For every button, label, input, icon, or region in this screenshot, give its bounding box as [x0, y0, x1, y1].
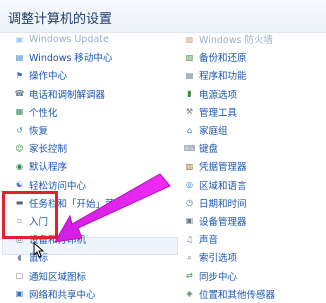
- recovery-icon: ↺: [16, 125, 23, 135]
- control-panel-link-label: 电话和调制解调器: [29, 89, 106, 101]
- control-panel-link-label: Windows 移动中心: [29, 53, 113, 65]
- control-panel-link-label: 通知区域图标: [29, 271, 87, 283]
- devices-printers-icon: ⎙: [16, 234, 23, 244]
- control-panel-link-label: Windows Update: [29, 33, 109, 45]
- control-panel-link[interactable]: ▮ 电源选项: [184, 85, 326, 103]
- control-panel-link-label: Windows 防火墙: [199, 35, 273, 47]
- power-options-icon: ▮: [187, 89, 192, 99]
- control-panel-link[interactable]: ⇄ 同步中心: [184, 266, 326, 284]
- control-panel-link-label: 个性化: [29, 107, 58, 119]
- control-panel-link[interactable]: ▦ 个性化: [14, 103, 164, 121]
- control-panel-link[interactable]: ▧ 备份和还原: [184, 48, 326, 66]
- control-panel-link[interactable]: ▫ 入门: [14, 212, 164, 230]
- control-panel-link-label: 同步中心: [199, 271, 238, 283]
- control-panel-link-label: 位置和其他传感器: [199, 289, 276, 301]
- getting-started-icon: ▫: [16, 216, 23, 226]
- homegroup-icon: ⌂: [186, 125, 193, 135]
- personalization-icon: ▦: [15, 107, 24, 117]
- admin-tools-icon: ⚒: [185, 107, 194, 117]
- control-panel-link-label: 管理工具: [199, 107, 238, 119]
- control-panel-link[interactable]: ▥ 凭据管理器: [184, 157, 326, 175]
- control-panel-link-label: 索引选项: [199, 253, 238, 265]
- control-panel-link-label: 家庭组: [199, 126, 228, 138]
- control-panel-link[interactable]: ☯ 轻松访问中心: [14, 176, 164, 194]
- control-panel-link[interactable]: ⚒ 管理工具: [184, 103, 326, 121]
- control-panel-link-label: 默认程序: [29, 162, 68, 174]
- control-panel-link[interactable]: ▤ 程序和功能: [184, 66, 326, 84]
- control-panel-window: 调整计算机的设置 ▣ Windows Update ▤ Windows 移动中心 ⚑ 操作…: [0, 0, 326, 301]
- sync-center-icon: ⇄: [186, 271, 193, 281]
- control-panel-link-label: 恢复: [29, 126, 49, 138]
- control-panel-link-label: 备份和还原: [199, 53, 247, 65]
- control-panel-link-label: 家长控制: [29, 144, 68, 156]
- control-panel-link[interactable]: ↺ 恢复: [14, 121, 164, 139]
- control-panel-link[interactable]: ⚑ 操作中心: [14, 66, 164, 84]
- mouse-icon: ◖: [17, 252, 22, 262]
- default-programs-icon: ◉: [16, 161, 23, 171]
- control-panel-link[interactable]: ▤ Windows 移动中心: [14, 48, 164, 66]
- taskbar-start-menu-icon: ▬: [15, 198, 24, 208]
- control-panel-link[interactable]: ♫ 声音: [184, 230, 326, 248]
- parental-controls-icon: ☺: [15, 143, 24, 153]
- firewall-icon: ▩: [185, 34, 194, 44]
- control-panel-link-label: 鼠标: [29, 253, 49, 265]
- control-panel-link[interactable]: ▣ 设备管理器: [184, 212, 326, 230]
- control-panel-link-label: 网络和共享中心: [29, 289, 96, 301]
- network-sharing-icon: ▣: [15, 289, 24, 299]
- control-panel-link-label: 程序和功能: [199, 71, 247, 83]
- control-panel-link[interactable]: ⌨ 键盘: [184, 139, 326, 157]
- control-panel-link-label: 操作中心: [29, 71, 68, 83]
- control-panel-link[interactable]: ◉ 默认程序: [14, 157, 164, 175]
- control-panel-link-label: 任务栏和「开始」菜单: [29, 198, 125, 210]
- control-panel-link[interactable]: ☺ 家长控制: [14, 139, 164, 157]
- control-panel-link-label: 设备和打印机: [29, 235, 87, 247]
- credential-manager-icon: ▥: [185, 161, 194, 171]
- sound-icon: ♫: [185, 234, 194, 244]
- date-time-icon: ◷: [186, 198, 193, 208]
- control-panel-link-label: 键盘: [199, 144, 219, 156]
- notification-area-icon: ▢: [15, 271, 24, 281]
- control-panel-link[interactable]: ⎙ 设备和打印机: [14, 230, 164, 248]
- control-panel-link[interactable]: ◖ 鼠标: [14, 248, 164, 266]
- control-panel-link-label: 设备管理器: [199, 216, 247, 228]
- indexing-options-icon: ⌕: [187, 252, 192, 262]
- phone-modem-icon: ☎: [14, 89, 25, 99]
- control-panel-link-label: 区域和语言: [199, 180, 247, 192]
- control-panel-link-label: 日期和时间: [199, 198, 247, 210]
- control-panel-link[interactable]: ⌕ 索引选项: [184, 248, 326, 266]
- left-column: ▣ Windows Update ▤ Windows 移动中心 ⚑ 操作中心 ☎ 电话和调制解…: [14, 30, 164, 303]
- control-panel-link[interactable]: ▣ 网络和共享中心: [14, 285, 164, 303]
- control-panel-link[interactable]: ▬ 任务栏和「开始」菜单: [14, 194, 164, 212]
- control-panel-link-label: 电源选项: [199, 89, 238, 101]
- control-panel-link-label: 凭据管理器: [199, 162, 247, 174]
- device-manager-icon: ▣: [185, 216, 194, 226]
- right-column: ▩ Windows 防火墙 ▧ 备份和还原 ▤ 程序和功能 ▮ 电源选项 ⚒ 管理工具 ⌂ 家庭组 ⌨ 键…: [184, 30, 326, 303]
- control-panel-link-label: 入门: [29, 216, 49, 228]
- region-language-icon: ◎: [186, 180, 193, 190]
- control-panel-link[interactable]: ▢ 通知区域图标: [14, 266, 164, 284]
- control-panel-link-label: 声音: [199, 235, 219, 247]
- control-panel-link[interactable]: ▩ Windows 防火墙: [184, 30, 326, 48]
- control-panel-link[interactable]: ☎ 电话和调制解调器: [14, 85, 164, 103]
- control-panel-link[interactable]: ⌂ 家庭组: [184, 121, 326, 139]
- control-panel-link[interactable]: ◈ 位置和其他传感器: [184, 285, 326, 303]
- action-center-flag-icon: ⚑: [15, 70, 24, 80]
- control-panel-link[interactable]: ◎ 区域和语言: [184, 176, 326, 194]
- location-sensors-icon: ◈: [186, 289, 193, 299]
- control-panel-link[interactable]: ▣ Windows Update: [14, 30, 164, 48]
- windows-update-icon: ▣: [15, 34, 24, 44]
- keyboard-icon: ⌨: [183, 143, 196, 153]
- mobility-center-icon: ▤: [15, 52, 24, 62]
- header-bar: 调整计算机的设置: [0, 0, 326, 33]
- ease-of-access-icon: ☯: [15, 180, 24, 190]
- control-panel-link-label: 轻松访问中心: [29, 180, 87, 192]
- backup-restore-icon: ▧: [185, 52, 194, 62]
- programs-features-icon: ▤: [185, 70, 194, 80]
- page-title: 调整计算机的设置: [8, 12, 113, 27]
- control-panel-link[interactable]: ◷ 日期和时间: [184, 194, 326, 212]
